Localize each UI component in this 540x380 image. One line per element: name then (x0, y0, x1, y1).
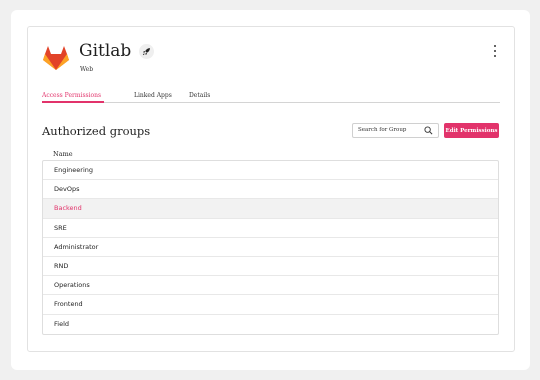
table-row[interactable]: Frontend (43, 295, 498, 315)
more-menu-icon[interactable] (492, 45, 498, 57)
table-row[interactable]: Field (43, 315, 498, 334)
active-tab-indicator (42, 101, 104, 103)
tab-linked-apps[interactable]: Linked Apps (134, 92, 172, 99)
app-subtitle: Web (80, 66, 94, 73)
search-placeholder: Search for Group (358, 127, 407, 133)
table-row[interactable]: DevOps (43, 180, 498, 200)
table-row[interactable]: SRE (43, 219, 498, 238)
table-row[interactable]: Administrator (43, 238, 498, 257)
page-container: Gitlab Web Access Permissions Linked App… (11, 10, 530, 370)
table-row[interactable]: Engineering (43, 161, 498, 181)
groups-table: Engineering DevOps Backend SRE Administr… (42, 160, 499, 335)
gitlab-logo-icon (43, 46, 69, 70)
table-row-selected[interactable]: Backend (43, 199, 498, 219)
search-icon[interactable] (424, 126, 433, 135)
table-row[interactable]: RND (43, 257, 498, 277)
table-row[interactable]: Operations (43, 276, 498, 296)
rocket-icon (139, 44, 154, 59)
column-header-name: Name (53, 150, 73, 158)
tab-access-permissions[interactable]: Access Permissions (42, 92, 101, 99)
tab-details[interactable]: Details (189, 92, 210, 99)
edit-permissions-button[interactable]: Edit Permissions (444, 123, 499, 138)
tab-bar: Access Permissions Linked Apps Details (42, 91, 500, 103)
group-search-input[interactable]: Search for Group (352, 123, 439, 138)
app-card: Gitlab Web Access Permissions Linked App… (27, 26, 515, 352)
app-title: Gitlab (79, 41, 132, 61)
section-title: Authorized groups (42, 124, 151, 138)
